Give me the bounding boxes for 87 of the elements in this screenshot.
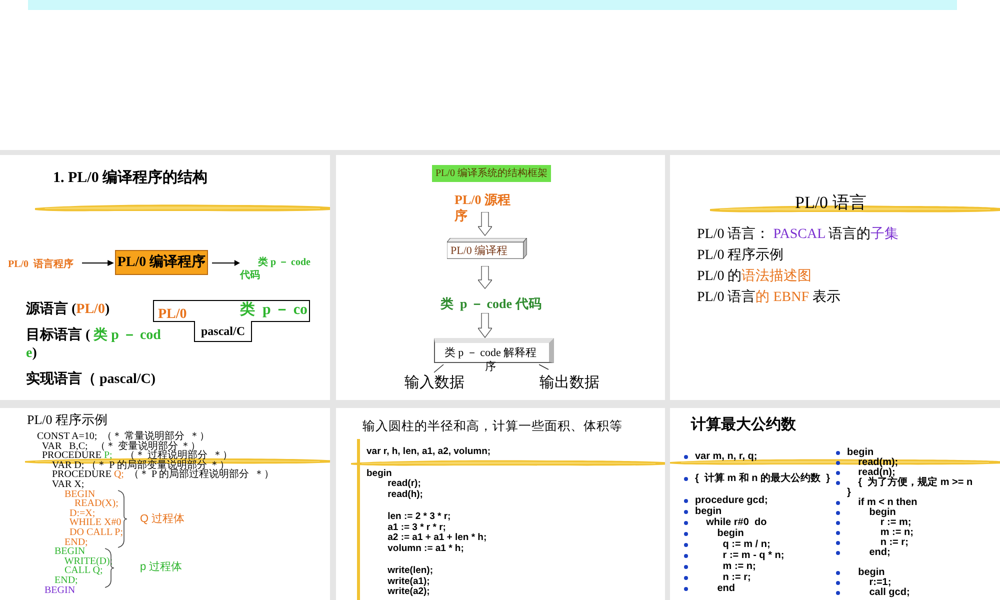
code-line: r:=1;	[869, 578, 892, 588]
diagram-label: 类 p － co	[240, 301, 308, 319]
code-line: }	[847, 488, 851, 498]
process-box: PL/0 编译程序	[115, 250, 208, 275]
code-line: CONST A=10; （＊ 常量说明部分 ＊）	[36, 432, 210, 442]
slide[interactable]: 1. PL/0 编译程序的结构 PL/0 语言程序 PL/0 编译程序 类 p － code 代码 源语言 (PL/0) 目标语言 ( 类 p － code) 实现语言（ pascal/C) pascal/C PL/0 类 p － co	[0, 155, 330, 400]
code-line: begin	[847, 448, 874, 458]
code-line: end	[716, 583, 736, 594]
term-line: 实现语言（ pascal/C)	[26, 371, 156, 389]
code-line: { 为了方便，规定 m >= n	[857, 478, 973, 488]
flow-arrow	[212, 260, 240, 266]
code-line: read(n);	[857, 468, 896, 478]
code-line: m := n;	[722, 561, 756, 572]
diagram-label: 输入数据	[404, 374, 464, 392]
box-label: PL/0 编译程	[450, 245, 508, 258]
term-line: 目标语言 ( 类 p － code)	[26, 327, 162, 363]
code-line: begin	[716, 528, 744, 539]
code-line: CALL Q;	[64, 566, 103, 576]
list-item: PL/0 语言： PASCAL 语言的子集	[697, 225, 899, 244]
code-line: DO CALL P;	[68, 528, 124, 538]
code-line: a1 := 3 * r * r;	[386, 522, 446, 533]
slide[interactable]	[0, 408, 330, 600]
code-line: n := r;	[880, 538, 908, 548]
flow-arrow	[478, 266, 492, 289]
code-line: END;	[54, 576, 78, 586]
flow-label: PL/0 源程序	[454, 192, 512, 224]
code-line: read(h);	[386, 490, 423, 501]
code-line: BEGIN	[54, 547, 86, 557]
code-line: procedure gcd;	[695, 495, 768, 506]
code-line: write(a2);	[386, 587, 430, 598]
code-line: var r, h, len, a1, a2, volumn;	[366, 447, 491, 458]
slide-title: PL/0 程序示例	[27, 412, 108, 428]
code-line: call gcd;	[868, 588, 910, 598]
code-line: PROCEDURE Q; （＊ P 的局部过程说明部分 ＊）	[51, 470, 274, 480]
code-line: D:=X;	[68, 508, 96, 518]
code-line: BEGIN	[64, 490, 96, 500]
term-line: 源语言 (PL/0)	[26, 301, 110, 319]
diagram-label: pascal/C	[200, 324, 245, 338]
slide[interactable]	[670, 408, 1000, 600]
code-line: a2 := a1 + a1 + len * h;	[386, 533, 487, 544]
slide-title: 计算最大公约数	[691, 415, 796, 434]
box-label: 类 p － code 解释程序	[444, 346, 538, 374]
code-line: WHILE X#0	[68, 518, 122, 528]
code-line: read(r);	[386, 479, 421, 490]
code-line: READ(X);	[74, 499, 118, 509]
list-item: PL/0 的语法描述图	[697, 268, 813, 286]
code-line: len := 2 * 3 * r;	[386, 512, 451, 523]
slide-title: 1. PL/0 编译程序的结构	[53, 168, 208, 188]
slide[interactable]: PL/0 编译系统的结构框架 PL/0 源程序 PL/0 编译程 类 p － code 代码 类 p － code 解释程序 输入数据 输出数据	[336, 155, 664, 400]
code-line: if m < n then	[857, 498, 918, 508]
code-line: VAR X;	[50, 480, 84, 490]
flow-arrow	[82, 260, 114, 266]
slide-title: 输入圆柱的半径和高，计算一些面积、体积等	[362, 418, 622, 434]
flow-arrow	[478, 313, 492, 338]
code-line: r := m;	[880, 518, 912, 528]
list-item: PL/0 语言的 EBNF 表示	[697, 288, 842, 307]
slide[interactable]: 输入圆柱的半径和高，计算一些面积、体积等 var r, h, len, a1, a2, volumn; begin read(r); read(h); len := 2 * 3 * r; a1 := 3 * r * r; a2 := a1 + a1 + len * h; volumn := a1 * h; write(len); write(a1); write(a2);	[336, 408, 664, 600]
leader-line	[434, 364, 444, 373]
flow-label: PL/0 语言程序	[8, 257, 74, 272]
list-item: PL/0 程序示例	[697, 246, 785, 265]
diagram-label: 输出数据	[540, 374, 600, 392]
code-line: var m, n, r, q;	[695, 451, 758, 462]
code-line: n := r;	[722, 572, 751, 583]
code-line: PROCEDURE P; （＊ 过程说明部分 ＊）	[41, 451, 232, 461]
code-line: begin	[366, 468, 392, 479]
leader-line	[538, 364, 548, 370]
code-line: write(len);	[386, 566, 434, 577]
brace-label: p 过程体	[140, 560, 182, 574]
code-line: volumn := a1 * h;	[386, 544, 464, 555]
code-line: BEGIN	[44, 586, 76, 596]
flow-label: 类 p － code 代码	[440, 296, 542, 312]
code-line: { 计算 m 和 n 的最大公约数 }	[695, 473, 830, 484]
code-line: while r#0 do	[705, 517, 767, 528]
code-line: q := m / n;	[722, 539, 770, 550]
code-line: m := n;	[879, 528, 914, 538]
brace-label: Q 过程体	[140, 512, 185, 526]
code-line: begin	[857, 568, 885, 578]
code-line: begin	[868, 508, 896, 518]
code-line: end;	[868, 548, 890, 558]
code-line: END;	[64, 538, 88, 548]
code-line: begin	[695, 506, 722, 517]
code-line: r := m - q * n;	[722, 550, 784, 561]
flow-label: 类 p － code 代码	[240, 256, 312, 282]
flow-arrow	[478, 212, 492, 236]
code-line: write(a1);	[386, 576, 430, 587]
diagram-label: PL/0	[158, 306, 187, 324]
slide-header: PL/0 编译系统的结构框架	[432, 165, 552, 182]
